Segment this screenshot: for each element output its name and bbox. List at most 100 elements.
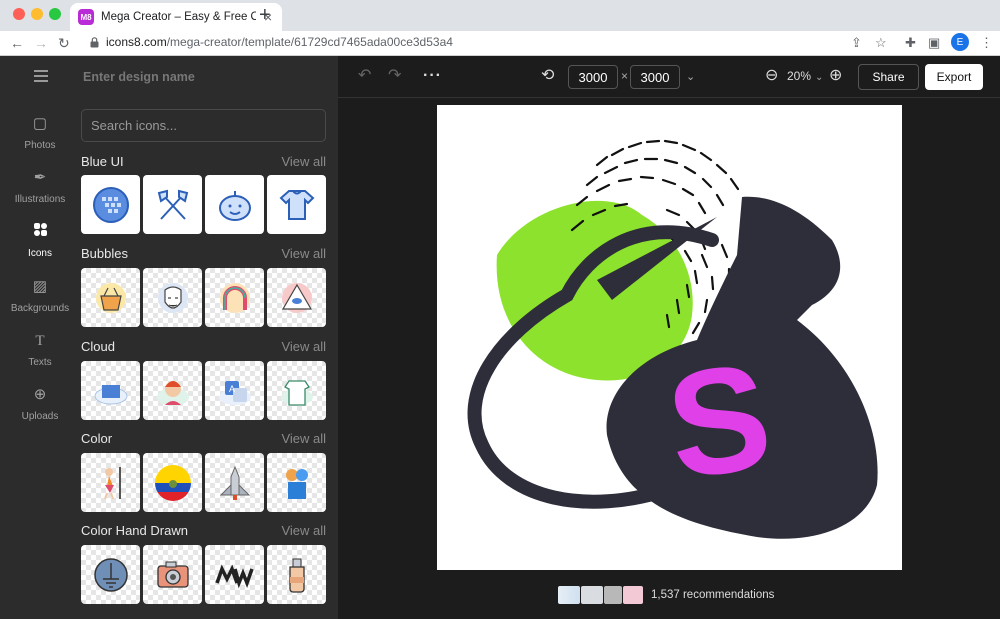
icons-icon	[33, 222, 48, 242]
image-icon: ▨	[32, 278, 48, 295]
translate-icon[interactable]: A	[205, 361, 264, 420]
anonymous-mask-icon[interactable]	[143, 268, 202, 327]
bottle-icon[interactable]	[267, 545, 326, 604]
view-all-link[interactable]: View all	[281, 523, 326, 538]
icon-row-cloud: A	[81, 361, 326, 420]
cloud-folder-icon[interactable]	[81, 361, 140, 420]
rail-item-label: Illustrations	[14, 194, 66, 205]
browser-tab[interactable]: M8 Mega Creator – Easy & Free Online Gra…	[70, 3, 282, 31]
canvas-artwork: S	[467, 139, 878, 539]
recommendation-thumbnail[interactable]	[623, 586, 643, 604]
share-page-icon[interactable]: ⇪	[851, 34, 862, 52]
editor-toolbar: ↶ ↷ ··· ⟲ 3000 × 3000 ⌄ ⊖ 20% ⌄ ⊕ Share …	[338, 56, 1000, 98]
gift-shapes-icon[interactable]	[267, 453, 326, 512]
camera-icon[interactable]	[143, 545, 202, 604]
ecuador-flag-icon[interactable]	[143, 453, 202, 512]
url-field[interactable]: icons8.com/mega-creator/template/61729cd…	[90, 35, 453, 49]
photo-icon: ▢	[32, 115, 48, 132]
rail-item-label: Texts	[28, 357, 52, 368]
more-options-icon[interactable]: ···	[423, 66, 442, 86]
design-name-input[interactable]: Enter design name	[83, 70, 195, 84]
redo-icon[interactable]: ↷	[388, 66, 401, 86]
left-rail: ▢ Photos ✒ Illustrations Icons ▨ Backgro…	[0, 56, 80, 619]
recommendations-count: 1,537 recommendations	[651, 589, 775, 601]
eye-pyramid-icon[interactable]	[267, 268, 326, 327]
svg-text:A: A	[229, 384, 235, 394]
browser-menu-icon[interactable]: ⋮	[980, 34, 993, 52]
section-title: Blue UI	[81, 154, 124, 169]
rail-item-icons[interactable]: Icons	[0, 222, 80, 259]
section-header-cloud: Cloud View all	[81, 339, 326, 354]
height-input[interactable]: 3000	[630, 65, 680, 89]
icon-row-blue-ui	[81, 175, 326, 234]
view-all-link[interactable]: View all	[281, 339, 326, 354]
section-header-color: Color View all	[81, 431, 326, 446]
zoom-level[interactable]: 20%	[787, 69, 811, 83]
recommendation-thumbnail[interactable]	[604, 586, 622, 604]
close-window-button[interactable]	[13, 8, 25, 20]
share-button[interactable]: Share	[858, 64, 919, 90]
rail-item-label: Backgrounds	[10, 303, 70, 314]
rotate-orientation-icon[interactable]: ⟲	[541, 66, 554, 86]
extensions-puzzle-icon[interactable]: ✚	[905, 34, 916, 52]
view-all-link[interactable]: View all	[281, 246, 326, 261]
recommendation-thumbnail[interactable]	[581, 586, 603, 604]
section-title: Color Hand Drawn	[81, 523, 188, 538]
forward-arrow-icon[interactable]: →	[34, 34, 48, 52]
ground-circle-icon[interactable]	[81, 545, 140, 604]
cloud-shirt-icon[interactable]	[267, 361, 326, 420]
rail-item-label: Uploads	[21, 411, 59, 422]
zoom-in-icon[interactable]: ⊕	[829, 66, 842, 86]
recommendation-thumbnail[interactable]	[558, 586, 580, 604]
view-all-link[interactable]: View all	[281, 431, 326, 446]
pen-nib-icon: ✒	[33, 169, 47, 186]
tab-title: Mega Creator – Easy & Free Online Graphi…	[101, 11, 256, 23]
zoom-chevron-down-icon[interactable]: ⌄	[815, 68, 823, 88]
rail-item-backgrounds[interactable]: ▨ Backgrounds	[0, 277, 80, 314]
dimension-separator: ×	[621, 69, 629, 83]
new-tab-icon[interactable]: +	[259, 5, 271, 25]
upload-icon: ⊕	[33, 386, 47, 403]
zoom-window-button[interactable]	[49, 8, 61, 20]
recommendations-bar[interactable]: 1,537 recommendations	[558, 586, 774, 604]
rail-item-label: Icons	[28, 248, 52, 259]
width-input[interactable]: 3000	[568, 65, 618, 89]
section-header-bubbles: Bubbles View all	[81, 246, 326, 261]
avatar-icon[interactable]	[143, 361, 202, 420]
url-path: /mega-creator/template/61729cd7465ada00c…	[166, 35, 453, 49]
zoom-out-icon[interactable]: ⊖	[765, 66, 778, 86]
baby-bodysuit-icon[interactable]	[267, 175, 326, 234]
export-button[interactable]: Export	[925, 64, 983, 90]
spaceship-icon[interactable]	[205, 453, 264, 512]
chevron-down-icon[interactable]: ⌄	[686, 67, 695, 87]
icon-row-bubbles	[81, 268, 326, 327]
rail-item-illustrations[interactable]: ✒ Illustrations	[0, 168, 80, 205]
back-arrow-icon[interactable]: ←	[10, 34, 24, 52]
dancer-icon[interactable]	[81, 453, 140, 512]
view-all-link[interactable]: View all	[281, 154, 326, 169]
rail-item-photos[interactable]: ▢ Photos	[0, 114, 80, 151]
bookmark-star-icon[interactable]: ☆	[875, 34, 887, 52]
webmoney-icon[interactable]	[81, 175, 140, 234]
side-panel-icon[interactable]: ▣	[928, 34, 940, 52]
section-title: Color	[81, 431, 113, 446]
mw-logo-icon[interactable]	[205, 545, 264, 604]
design-canvas[interactable]: S	[437, 105, 902, 570]
arch-icon[interactable]	[205, 268, 264, 327]
url-host: icons8.com	[106, 35, 167, 49]
minimize-window-button[interactable]	[31, 8, 43, 20]
section-header-blue-ui: Blue UI View all	[81, 154, 326, 169]
crossed-axes-icon[interactable]	[143, 175, 202, 234]
rail-item-uploads[interactable]: ⊕ Uploads	[0, 385, 80, 422]
rail-item-texts[interactable]: T Texts	[0, 331, 80, 368]
search-input[interactable]	[81, 109, 326, 142]
profile-avatar[interactable]: E	[951, 33, 969, 51]
browser-tab-bar: M8 Mega Creator – Easy & Free Online Gra…	[0, 0, 1000, 31]
pumpkin-icon[interactable]	[205, 175, 264, 234]
undo-icon[interactable]: ↶	[358, 66, 371, 86]
hamburger-menu-icon[interactable]	[34, 70, 48, 82]
reload-icon[interactable]: ↻	[58, 34, 70, 52]
basket-icon[interactable]	[81, 268, 140, 327]
lock-icon	[90, 36, 99, 47]
text-icon: T	[35, 333, 45, 349]
